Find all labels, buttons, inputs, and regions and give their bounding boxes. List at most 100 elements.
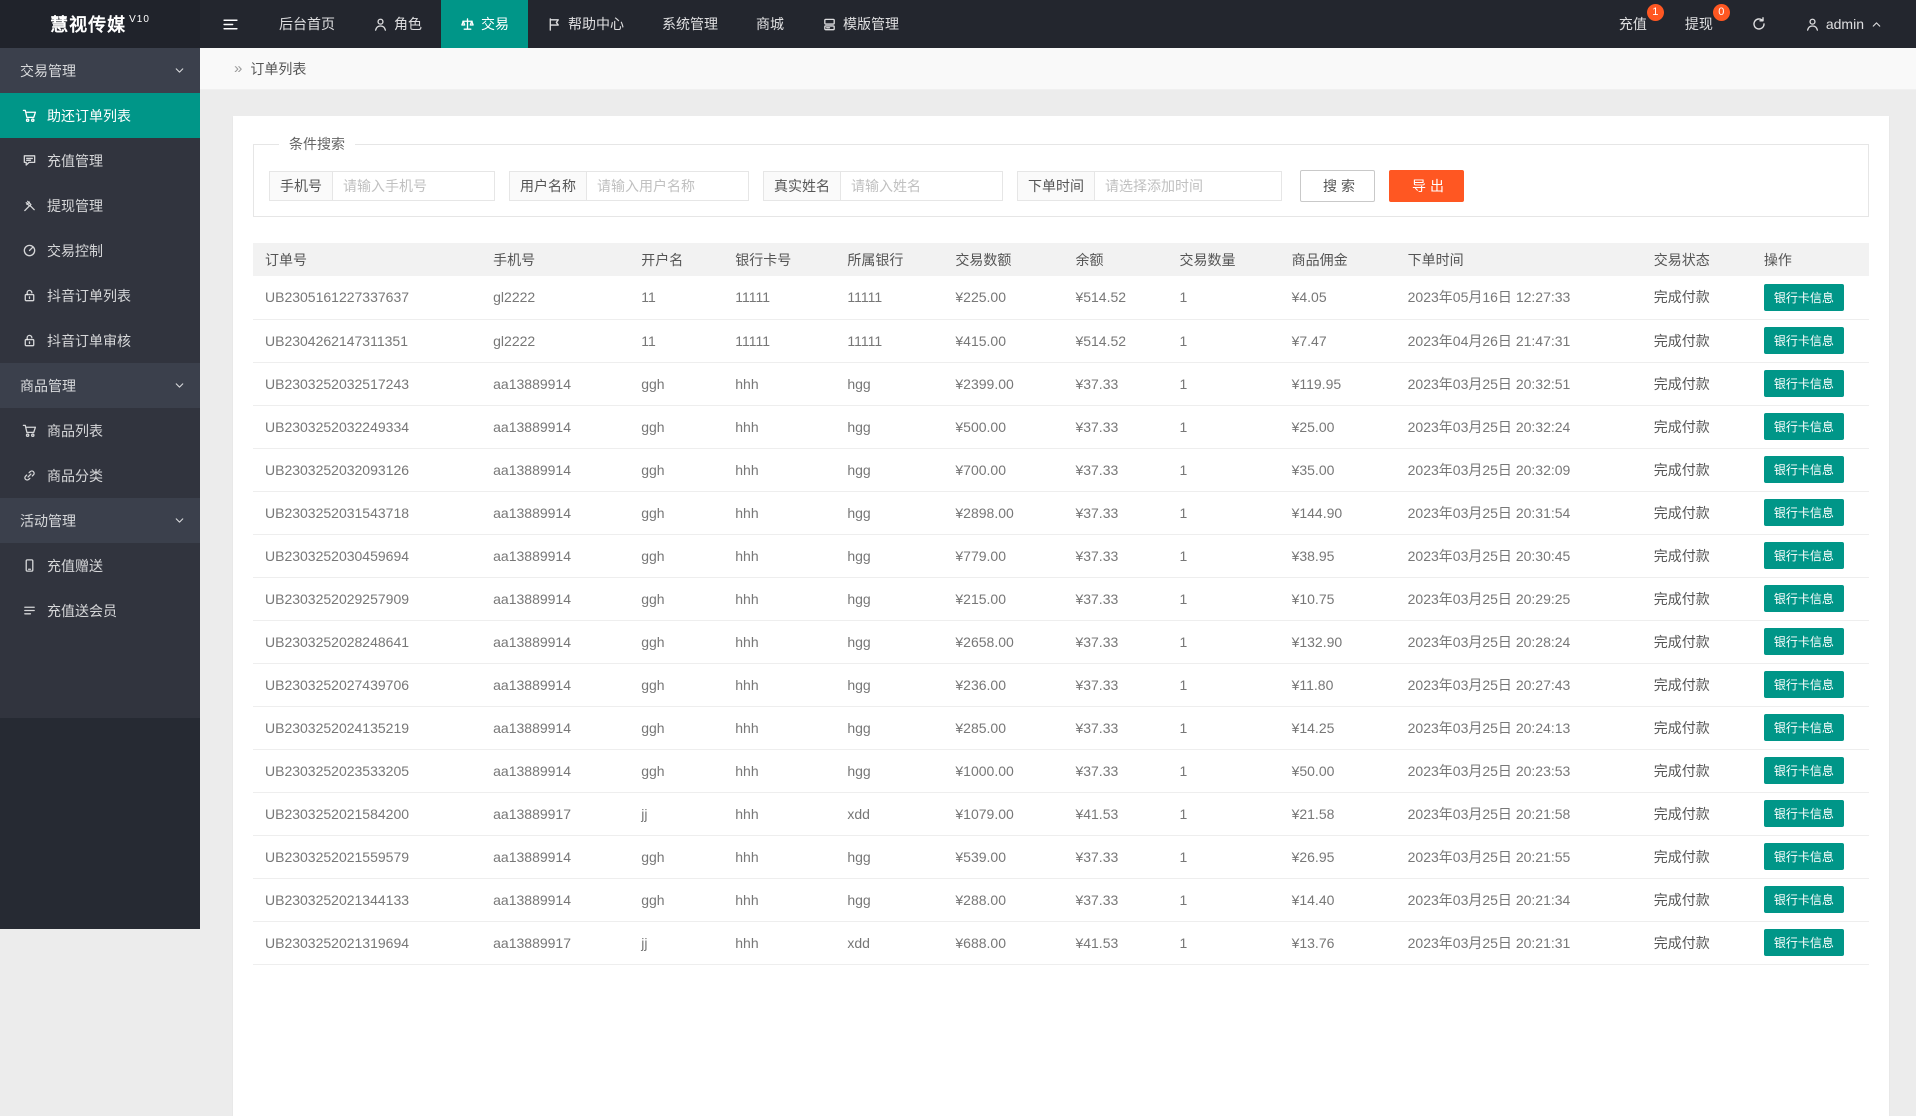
sidebar-item-充值管理[interactable]: 充值管理 [0,138,200,183]
sidebar-label: 充值送会员 [47,601,117,621]
sidebar-label: 交易管理 [20,61,76,81]
cart-icon [22,108,37,123]
column-header: 交易数额 [945,243,1065,276]
bank-info-button[interactable]: 银行卡信息 [1764,585,1844,612]
sidebar-group-活动管理[interactable]: 活动管理 [0,498,200,543]
data-cell: hhh [725,362,837,405]
scales-icon [460,17,475,32]
bank-info-button[interactable]: 银行卡信息 [1764,499,1844,526]
sidebar-item-商品列表[interactable]: 商品列表 [0,408,200,453]
refresh-button[interactable] [1732,0,1786,48]
nav-shortcut-2[interactable]: 提现0 [1666,0,1732,48]
bank-info-button[interactable]: 银行卡信息 [1764,456,1844,483]
phone-input[interactable] [332,171,495,201]
table-row: UB2303252023533205aa13889914gghhhhhgg¥10… [253,749,1869,792]
column-header: 开户名 [631,243,725,276]
brand-logo[interactable]: 慧视传媒 V10 [0,0,200,48]
search-fieldset: 条件搜索 手机号用户名称真实姓名下单时间 搜索 导出 [253,134,1869,217]
sidebar-group-交易管理[interactable]: 交易管理 [0,48,200,93]
sidebar-item-交易控制[interactable]: 交易控制 [0,228,200,273]
data-cell: hgg [837,362,945,405]
data-cell: ¥41.53 [1065,921,1169,964]
gauge-icon [22,243,37,258]
data-cell: 11111 [725,276,837,319]
data-cell: ¥7.47 [1282,319,1398,362]
sidebar-menu: 交易管理助还订单列表充值管理提现管理交易控制抖音订单列表抖音订单审核商品管理商品… [0,48,200,718]
user-icon [373,17,388,32]
nav-item-7[interactable]: 模版管理 [803,0,918,48]
bank-info-button[interactable]: 银行卡信息 [1764,671,1844,698]
bank-info-button[interactable]: 银行卡信息 [1764,800,1844,827]
action-cell: 银行卡信息 [1754,577,1869,620]
bank-info-button[interactable]: 银行卡信息 [1764,886,1844,913]
bank-info-button[interactable]: 银行卡信息 [1764,542,1844,569]
nav-item-5[interactable]: 系统管理 [643,0,737,48]
data-cell: ¥2399.00 [945,362,1065,405]
data-cell: hgg [837,577,945,620]
filter-label: 手机号 [269,171,333,201]
bank-info-button[interactable]: 银行卡信息 [1764,843,1844,870]
bank-info-button[interactable]: 银行卡信息 [1764,628,1844,655]
action-cell: 银行卡信息 [1754,620,1869,663]
action-cell: 银行卡信息 [1754,706,1869,749]
sidebar-item-充值赠送[interactable]: 充值赠送 [0,543,200,588]
sidebar-item-抖音订单列表[interactable]: 抖音订单列表 [0,273,200,318]
sidebar-collapse-icon[interactable] [200,0,260,48]
order-time-input[interactable] [1094,171,1282,201]
action-cell: 银行卡信息 [1754,835,1869,878]
main-content: » 订单列表 条件搜索 手机号用户名称真实姓名下单时间 搜索 导出 订单号手机号… [200,48,1916,929]
nav-item-6[interactable]: 商城 [737,0,803,48]
orders-table: 订单号手机号开户名银行卡号所属银行交易数额余额交易数量商品佣金下单时间交易状态操… [253,243,1869,965]
data-cell: ¥539.00 [945,835,1065,878]
bank-info-button[interactable]: 银行卡信息 [1764,413,1844,440]
data-cell: hgg [837,448,945,491]
data-cell: ¥514.52 [1065,276,1169,319]
nav-right: 充值1提现0 admin [1600,0,1916,48]
nav-item-label: 后台首页 [279,14,335,34]
sidebar-item-充值送会员[interactable]: 充值送会员 [0,588,200,633]
column-header: 商品佣金 [1282,243,1398,276]
search-button[interactable]: 搜索 [1300,170,1375,202]
data-cell: hhh [725,577,837,620]
data-cell: 2023年03月25日 20:28:24 [1398,620,1644,663]
data-cell: ¥37.33 [1065,663,1169,706]
nav-item-4[interactable]: 帮助中心 [528,0,643,48]
flag-icon [547,17,562,32]
bank-info-button[interactable]: 银行卡信息 [1764,757,1844,784]
data-cell: hgg [837,491,945,534]
nav-shortcut-1[interactable]: 充值1 [1600,0,1666,48]
bank-info-button[interactable]: 银行卡信息 [1764,714,1844,741]
data-cell: UB2303252021344133 [253,878,483,921]
nav-item-3[interactable]: 交易 [441,0,528,48]
nav-item-1[interactable]: 后台首页 [260,0,354,48]
data-cell: ggh [631,706,725,749]
bank-info-button[interactable]: 银行卡信息 [1764,327,1844,354]
data-cell: ggh [631,577,725,620]
bank-info-button[interactable]: 银行卡信息 [1764,929,1844,956]
data-cell: hhh [725,663,837,706]
data-cell: UB2303252032517243 [253,362,483,405]
sidebar-group-商品管理[interactable]: 商品管理 [0,363,200,408]
data-cell: ¥688.00 [945,921,1065,964]
status-cell: 完成付款 [1644,706,1754,749]
data-cell: ggh [631,835,725,878]
template-icon [822,17,837,32]
data-cell: ¥37.33 [1065,405,1169,448]
data-cell: ¥4.05 [1282,276,1398,319]
nav-item-label: 帮助中心 [568,14,624,34]
realname-input[interactable] [840,171,1003,201]
bank-info-button[interactable]: 银行卡信息 [1764,284,1844,311]
brand-version: V10 [129,14,150,25]
sidebar-item-提现管理[interactable]: 提现管理 [0,183,200,228]
user-menu[interactable]: admin [1786,0,1902,48]
table-row: UB2303252024135219aa13889914gghhhhhgg¥28… [253,706,1869,749]
bank-info-button[interactable]: 银行卡信息 [1764,370,1844,397]
data-cell: aa13889914 [483,620,631,663]
sidebar-item-抖音订单审核[interactable]: 抖音订单审核 [0,318,200,363]
sidebar-item-助还订单列表[interactable]: 助还订单列表 [0,93,200,138]
nav-item-2[interactable]: 角色 [354,0,441,48]
username-input[interactable] [586,171,749,201]
sidebar-item-商品分类[interactable]: 商品分类 [0,453,200,498]
export-button[interactable]: 导出 [1389,170,1464,202]
data-cell: 2023年03月25日 20:32:09 [1398,448,1644,491]
